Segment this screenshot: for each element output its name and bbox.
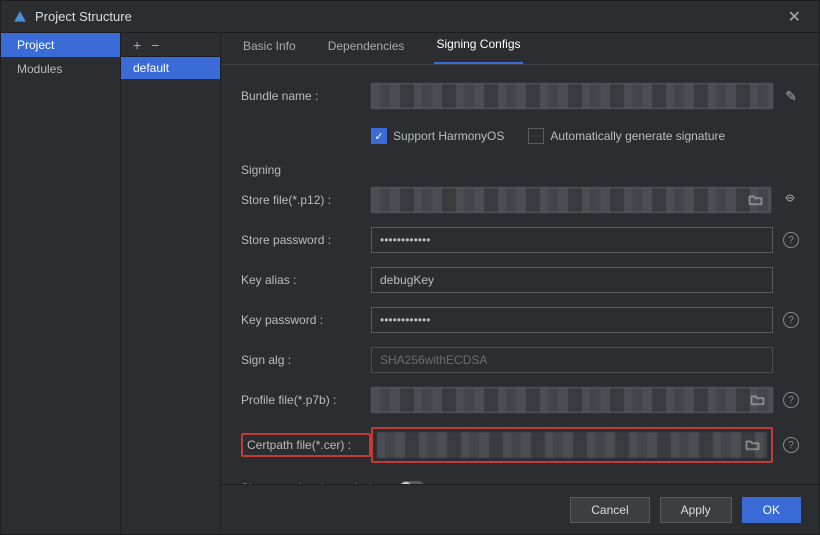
certpath-row: Certpath file(*.cer) : ?: [241, 427, 799, 463]
key-password-input[interactable]: [371, 307, 773, 333]
auto-generate-label: Automatically generate signature: [550, 129, 725, 143]
store-file-row: Store file(*.p12) :: [241, 187, 799, 213]
restricted-permissions-toggle[interactable]: [399, 481, 425, 484]
store-file-input[interactable]: [371, 187, 771, 213]
key-alias-input[interactable]: [371, 267, 773, 293]
edit-bundle-name-icon[interactable]: ✎: [783, 88, 799, 105]
store-password-help-icon[interactable]: ?: [783, 232, 799, 248]
titlebar: Project Structure ✕: [1, 1, 819, 33]
left-nav-modules[interactable]: Modules: [1, 57, 120, 81]
store-password-label: Store password :: [241, 233, 371, 247]
apply-button[interactable]: Apply: [660, 497, 732, 523]
cancel-button[interactable]: Cancel: [570, 497, 649, 523]
signing-form: Bundle name : ✎ ✓ Support HarmonyOS: [221, 65, 819, 484]
tabs: Basic Info Dependencies Signing Configs: [221, 33, 819, 65]
key-alias-row: Key alias :: [241, 267, 799, 293]
content-panel: Basic Info Dependencies Signing Configs …: [221, 33, 819, 534]
bundle-name-row: Bundle name : ✎: [241, 83, 799, 109]
store-password-row: Store password : ?: [241, 227, 799, 253]
add-config-button[interactable]: +: [133, 37, 141, 53]
key-password-label: Key password :: [241, 313, 371, 327]
dialog-footer: Cancel Apply OK: [221, 484, 819, 534]
restricted-permissions-row: Show restricted permissions: [241, 475, 799, 484]
certpath-label: Certpath file(*.cer) :: [241, 433, 371, 457]
tab-signing-configs[interactable]: Signing Configs: [434, 34, 522, 64]
store-file-label: Store file(*.p12) :: [241, 193, 371, 207]
key-alias-label: Key alias :: [241, 273, 371, 287]
sign-alg-label: Sign alg :: [241, 353, 371, 367]
certpath-browse-icon[interactable]: [741, 435, 763, 455]
profile-file-browse-icon[interactable]: [746, 390, 768, 410]
config-list-toolbar: + −: [121, 33, 220, 57]
support-harmonyos-checkbox[interactable]: ✓ Support HarmonyOS: [371, 128, 504, 144]
auto-generate-checkbox[interactable]: Automatically generate signature: [528, 128, 725, 144]
config-list-panel: + − default: [121, 33, 221, 534]
support-harmonyos-label: Support HarmonyOS: [393, 129, 504, 143]
store-password-input[interactable]: [371, 227, 773, 253]
close-icon[interactable]: ✕: [782, 3, 807, 31]
config-item-default[interactable]: default: [121, 57, 220, 79]
options-row: ✓ Support HarmonyOS Automatically genera…: [241, 123, 799, 149]
app-logo-icon: [13, 10, 27, 24]
profile-file-row: Profile file(*.p7b) : ?: [241, 387, 799, 413]
signing-section-label: Signing: [241, 163, 799, 177]
profile-file-help-icon[interactable]: ?: [783, 392, 799, 408]
sign-alg-row: Sign alg :: [241, 347, 799, 373]
tab-dependencies[interactable]: Dependencies: [326, 36, 407, 64]
profile-file-label: Profile file(*.p7b) :: [241, 393, 371, 407]
bundle-name-input[interactable]: [371, 83, 773, 109]
dialog-body: Project Modules + − default Basic Info D…: [1, 33, 819, 534]
key-password-help-icon[interactable]: ?: [783, 312, 799, 328]
sign-alg-input: [371, 347, 773, 373]
remove-config-button[interactable]: −: [151, 37, 159, 53]
bundle-name-label: Bundle name :: [241, 89, 371, 103]
project-structure-dialog: Project Structure ✕ Project Modules + − …: [0, 0, 820, 535]
left-nav-project[interactable]: Project: [1, 33, 120, 57]
certpath-input[interactable]: [377, 432, 767, 458]
certpath-help-icon[interactable]: ?: [783, 437, 799, 453]
tab-basic-info[interactable]: Basic Info: [241, 36, 298, 64]
dialog-title: Project Structure: [35, 9, 132, 24]
profile-file-input[interactable]: [371, 387, 773, 413]
fingerprint-icon[interactable]: [781, 191, 799, 210]
checkbox-unchecked-icon: [528, 128, 544, 144]
left-nav: Project Modules: [1, 33, 121, 534]
ok-button[interactable]: OK: [742, 497, 801, 523]
checkbox-checked-icon: ✓: [371, 128, 387, 144]
key-password-row: Key password : ?: [241, 307, 799, 333]
store-file-browse-icon[interactable]: [744, 190, 766, 210]
